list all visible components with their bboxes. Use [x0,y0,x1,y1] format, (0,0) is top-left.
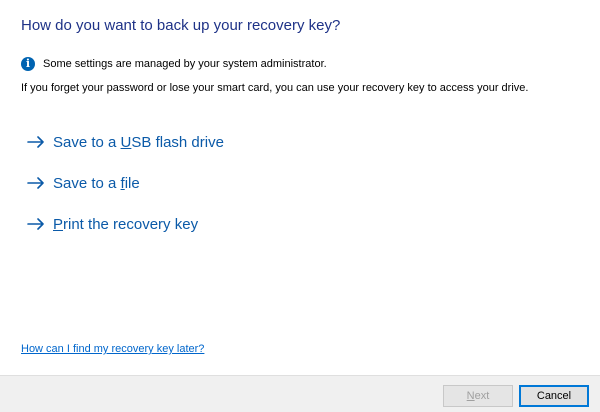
admin-info-text: Some settings are managed by your system… [43,58,327,70]
save-to-file-link[interactable]: Save to a file [27,171,140,195]
find-recovery-key-help-link[interactable]: How can I find my recovery key later? [21,343,204,355]
save-to-file-label: Save to a file [53,174,140,192]
cancel-button[interactable]: Cancel [519,385,589,407]
arrow-right-icon [27,136,44,148]
info-icon: i [21,57,35,71]
page-title: How do you want to back up your recovery… [21,17,341,34]
description-text: If you forget your password or lose your… [21,82,529,94]
print-recovery-key-link[interactable]: Print the recovery key [27,212,198,236]
arrow-right-icon [27,177,44,189]
save-to-usb-label: Save to a USB flash drive [53,133,224,151]
dialog-footer: Next Cancel [0,375,600,412]
next-button[interactable]: Next [443,385,513,407]
arrow-right-icon [27,218,44,230]
dialog-content: How do you want to back up your recovery… [0,0,600,375]
admin-info-row: i Some settings are managed by your syst… [21,56,327,72]
save-to-usb-link[interactable]: Save to a USB flash drive [27,130,224,154]
print-recovery-key-label: Print the recovery key [53,215,199,233]
